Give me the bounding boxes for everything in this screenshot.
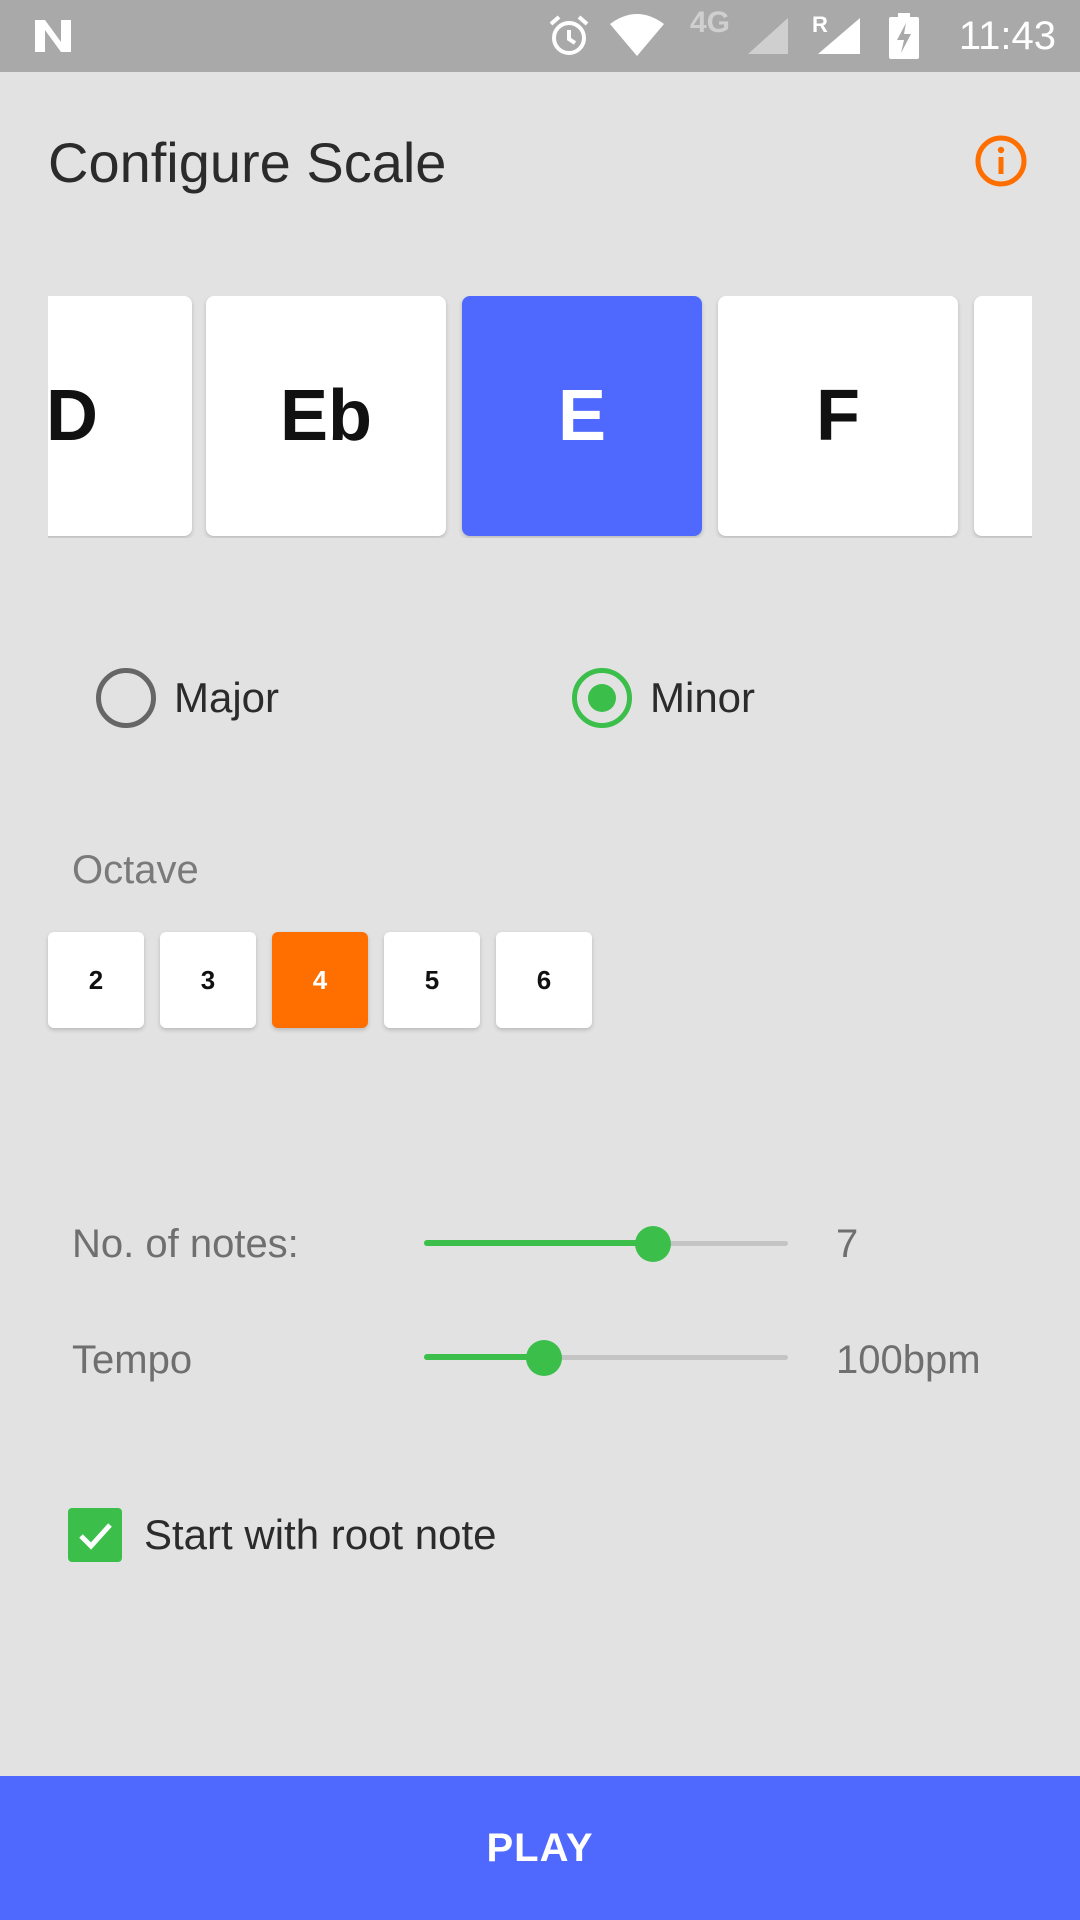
key-card-d[interactable]: D — [48, 296, 192, 536]
slider-fill — [424, 1240, 653, 1246]
key-card-label: E — [557, 376, 607, 456]
key-card-label: F — [816, 376, 860, 456]
status-bar: 4G R 11:43 — [0, 0, 1080, 72]
radio-major[interactable]: Major — [96, 668, 279, 728]
octave-button-6[interactable]: 6 — [496, 932, 592, 1028]
key-card-e[interactable]: E — [462, 296, 702, 536]
root-note-checkbox[interactable] — [68, 1508, 122, 1562]
slider-thumb[interactable] — [635, 1226, 671, 1262]
roaming-signal-icon: R — [806, 0, 866, 72]
key-card-next[interactable] — [974, 296, 1032, 536]
tempo-slider[interactable] — [424, 1334, 788, 1382]
n-logo-icon — [28, 0, 78, 72]
radio-minor[interactable]: Minor — [572, 668, 755, 728]
radio-minor-label: Minor — [650, 674, 756, 721]
root-note-label: Start with root note — [144, 1511, 497, 1558]
info-icon[interactable] — [974, 134, 1028, 188]
radio-major-label: Major — [174, 674, 280, 721]
wifi-icon — [606, 0, 668, 72]
notes-label: No. of notes: — [72, 1222, 299, 1266]
tempo-label: Tempo — [72, 1338, 193, 1382]
octave-label: Octave — [72, 848, 199, 892]
key-card-f[interactable]: F — [718, 296, 958, 536]
key-card-label: D — [48, 376, 98, 456]
root-note-checkbox-row[interactable]: Start with root note — [68, 1508, 497, 1562]
notes-slider[interactable] — [424, 1220, 788, 1268]
radio-checked-icon — [572, 668, 632, 728]
check-icon — [79, 1523, 112, 1550]
cell-signal-icon — [744, 0, 792, 72]
play-button-label: PLAY — [486, 1825, 594, 1870]
network-type-label: 4G — [689, 6, 731, 39]
notes-value: 7 — [836, 1222, 859, 1266]
key-card-eb[interactable]: Eb — [206, 296, 446, 536]
status-time: 11:43 — [958, 14, 1056, 58]
octave-button-3[interactable]: 3 — [160, 932, 256, 1028]
key-card-label: Eb — [279, 376, 372, 456]
configure-scale-screen: 4G R 11:43 Configure Scale D Eb E F Majo… — [0, 0, 1080, 1920]
tempo-value: 100bpm — [836, 1338, 981, 1382]
octave-button-2[interactable]: 2 — [48, 932, 144, 1028]
slider-thumb[interactable] — [526, 1340, 562, 1376]
play-button[interactable]: PLAY — [0, 1776, 1080, 1920]
radio-unchecked-icon — [96, 668, 156, 728]
octave-button-5[interactable]: 5 — [384, 932, 480, 1028]
key-selector[interactable]: D Eb E F — [48, 296, 1032, 538]
page-title: Configure Scale — [48, 131, 447, 194]
battery-charging-icon — [884, 0, 924, 72]
alarm-icon — [544, 0, 594, 72]
octave-button-4[interactable]: 4 — [272, 932, 368, 1028]
